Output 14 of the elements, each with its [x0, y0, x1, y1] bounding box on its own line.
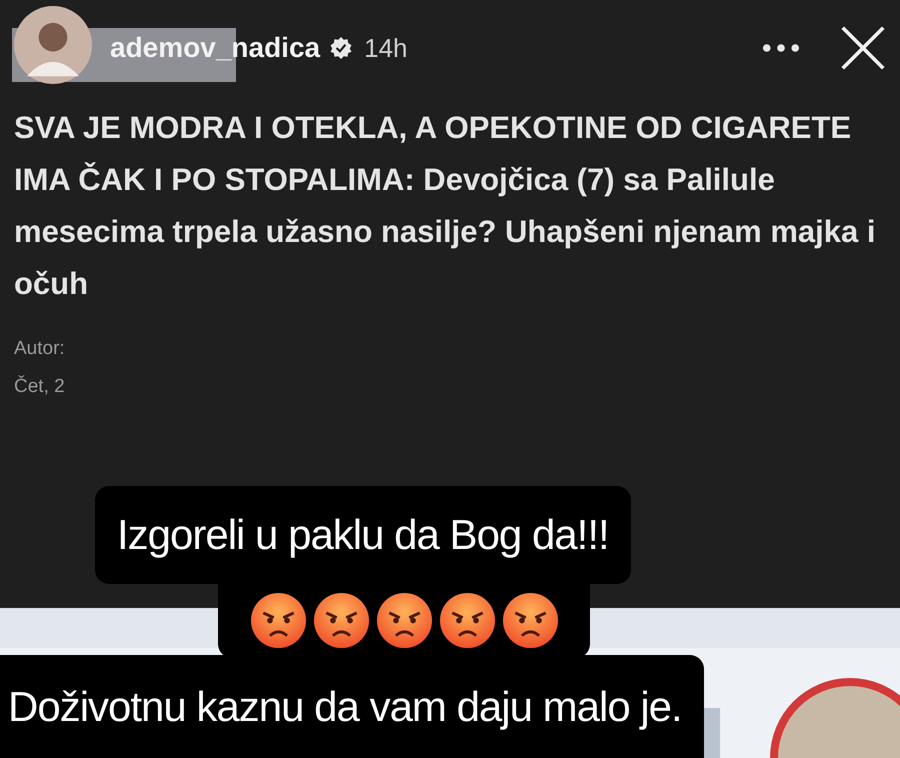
close-icon[interactable] — [840, 25, 886, 71]
article-date: Čet, 2 — [14, 376, 66, 398]
angry-face-icon — [312, 592, 370, 648]
avatar-icon[interactable] — [14, 6, 92, 84]
angry-face-icon — [502, 592, 558, 648]
angry-face-icon — [438, 592, 496, 648]
angry-face-icon — [376, 592, 432, 648]
caption-text: Doživotnu kaznu da vam daju malo je. — [0, 655, 704, 758]
more-options-icon[interactable] — [762, 43, 800, 53]
caption-text: Izgoreli u paklu da Bog da!!! — [95, 486, 631, 584]
author-label: Autor: — [14, 338, 66, 360]
angry-face-icon — [250, 592, 306, 648]
post-time: 14h — [364, 32, 408, 64]
article-headline: SVA JE MODRA I OTEKLA, A OPEKOTINE OD CIGARETE IMA ČAK I PO STOPALIMA: Devojčica (7) sa Palilule mesecima trpela užasno nasilje? Uhapšeni njenam majka i očuh — [13, 109, 876, 303]
